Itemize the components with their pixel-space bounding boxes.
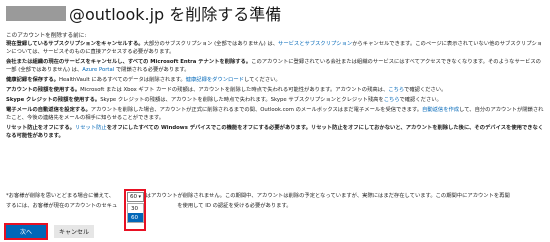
next-button-highlight [4,223,48,240]
item-text: で閉鎖される必要があります。 [114,66,190,73]
item-heading: 会社または組織の現在のサービスをキャンセルし、すべての Microsoft En… [6,59,252,65]
item-heading: リセット防止をオフにする。 [6,125,75,132]
item-text: Microsoft または Xbox ギフト カードの残額は、アカウントを削除し… [80,87,389,94]
item-heading: アカウントの残額を使用する。 [6,87,81,94]
item-text: アカウントを削除した場合、アカウントが正式に削除されるまでの間、Outlook.… [90,107,423,114]
deletion-notice-line1: *お客様が削除を思いとどまる場合に備えて、 日間はアカウントが削除されません。この… [6,193,510,201]
item-text: 大部分のサブスクリプション (全部ではありません) は、 [143,41,279,47]
list-item: 電子メールの自動返信を設定する。アカウントを削除した場合、アカウントが正式に削除… [6,107,546,123]
cancel-button[interactable]: キャンセル [54,225,94,238]
balance-link[interactable]: こちら [388,87,404,93]
health-download-link[interactable]: 健康記録をダウンロード [186,77,244,83]
reset-protection-link[interactable]: リセット防止 [75,125,107,131]
list-item: 健康記録を保存する。HealthVault にあるすべてのデータは削除されます。… [6,77,546,85]
item-text: で確認ください。 [399,97,442,104]
page-title-text: @outlook.jp を削除する準備 [69,5,282,24]
notice-text: を使用して ID の認証を受ける必要があります。 [177,203,292,209]
item-text: してください。 [243,77,281,83]
list-item: リセット防止をオフにする。リセット防止をオフにしたすべての Windows デバ… [6,125,546,141]
list-item: アカウントの残額を使用する。Microsoft または Xbox ギフト カード… [6,87,546,95]
item-heading: Skype クレジットの残額を使用する。 [6,97,101,104]
dropdown-highlight [124,189,146,231]
redacted-email [6,5,66,21]
auto-reply-link[interactable]: 自動返信を作成 [422,107,459,113]
item-heading: 健康記録を保存する。 [6,77,59,83]
item-text: Skype クレジットの残額は、アカウントを削除した時点で失われます。Skype… [100,97,384,104]
list-item: 現在登録しているサブスクリプションをキャンセルする。大部分のサブスクリプション … [6,41,546,57]
notice-text: するには、お客様が現在のアカウントのセキュ [6,203,118,209]
notice-text: 日間はアカウントが削除されません。この期間中、アカウントは削除の予定となっていま… [135,193,510,199]
item-text: で確認ください。 [404,87,447,94]
checklist: 現在登録しているサブスクリプションをキャンセルする。大部分のサブスクリプション … [6,41,546,143]
list-item: 会社または組織の現在のサービスをキャンセルし、すべての Microsoft En… [6,59,546,75]
skype-link[interactable]: こちら [384,97,400,103]
item-heading: 現在登録しているサブスクリプションをキャンセルする。 [6,41,144,47]
notice-text: *お客様が削除を思いとどまる場合に備えて、 [6,193,115,199]
intro-text: このアカウントを削除する前に: [6,33,87,39]
subscriptions-link[interactable]: サービスとサブスクリプション [278,41,352,47]
item-text: HealthVault にあるすべてのデータは削除されます。 [58,77,186,83]
azure-portal-link[interactable]: Azure Portal [82,67,114,73]
list-item: Skype クレジットの残額を使用する。Skype クレジットの残額は、アカウン… [6,97,546,105]
page-title: @outlook.jp を削除する準備 [6,2,281,24]
item-heading: 電子メールの自動返信を設定する。 [6,107,91,114]
deletion-notice-line2: するには、お客様が現在のアカウントのセキュ を使用して ID の認証を受ける必要が… [6,203,292,211]
